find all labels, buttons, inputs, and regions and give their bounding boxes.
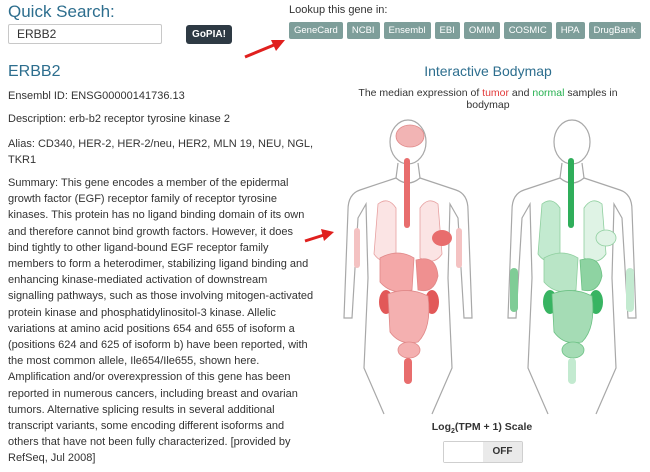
quick-search-title: Quick Search: bbox=[8, 2, 115, 21]
toggle-on-side[interactable] bbox=[444, 442, 483, 462]
scale-label: Log2(TPM + 1) Scale bbox=[431, 421, 533, 436]
ensembl-button[interactable]: Ensembl bbox=[383, 22, 431, 39]
tumor-intestine[interactable] bbox=[387, 290, 430, 344]
lookup-database-buttons: GeneCard NCBI Ensembl EBI OMIM COSMIC HP… bbox=[289, 22, 641, 39]
normal-stomach[interactable] bbox=[579, 258, 603, 292]
tumor-body-figure[interactable] bbox=[338, 118, 478, 416]
normal-esophagus[interactable] bbox=[568, 158, 574, 228]
gene-description: Description: erb-b2 receptor tyrosine ki… bbox=[8, 113, 230, 125]
normal-breast[interactable] bbox=[595, 229, 617, 247]
normal-intestine[interactable] bbox=[551, 290, 594, 344]
tumor-label: tumor bbox=[482, 87, 509, 99]
gene-title: ERBB2 bbox=[8, 63, 61, 80]
ebi-button[interactable]: EBI bbox=[434, 22, 460, 39]
tumor-bladder[interactable] bbox=[397, 341, 421, 359]
drugbank-button[interactable]: DrugBank bbox=[588, 22, 641, 39]
log-scale-toggle[interactable]: OFF bbox=[443, 441, 523, 463]
hpa-button[interactable]: HPA bbox=[555, 22, 585, 39]
tumor-prostate[interactable] bbox=[404, 358, 412, 384]
tumor-stomach[interactable] bbox=[415, 258, 439, 292]
tumor-lung-left[interactable] bbox=[373, 200, 397, 262]
ncbi-button[interactable]: NCBI bbox=[346, 22, 380, 39]
gopia-button[interactable]: GoPIA! bbox=[186, 25, 232, 44]
search-input[interactable] bbox=[8, 24, 162, 44]
tumor-arm-right[interactable] bbox=[456, 228, 462, 268]
tumor-breast[interactable] bbox=[432, 230, 452, 246]
bodymap-title: Interactive Bodymap bbox=[424, 63, 552, 79]
lookup-label: Lookup this gene in: bbox=[289, 4, 388, 16]
tumor-brain[interactable] bbox=[395, 124, 425, 148]
normal-arm-right[interactable] bbox=[626, 268, 634, 312]
toggle-off-label[interactable]: OFF bbox=[483, 442, 522, 462]
normal-label: normal bbox=[532, 87, 565, 99]
normal-liver[interactable] bbox=[543, 252, 579, 293]
normal-body-figure[interactable] bbox=[502, 118, 642, 416]
tumor-arm-left[interactable] bbox=[354, 228, 360, 268]
normal-bladder[interactable] bbox=[561, 341, 585, 359]
tumor-esophagus[interactable] bbox=[404, 158, 410, 228]
bodymap-subtitle: The median expression of tumor and norma… bbox=[358, 87, 618, 111]
cosmic-button[interactable]: COSMIC bbox=[503, 22, 552, 39]
normal-lung-left[interactable] bbox=[537, 200, 561, 262]
gene-summary: Summary: This gene encodes a member of t… bbox=[8, 177, 314, 465]
tumor-liver[interactable] bbox=[379, 252, 415, 293]
genecard-button[interactable]: GeneCard bbox=[289, 22, 343, 39]
omim-button[interactable]: OMIM bbox=[463, 22, 500, 39]
normal-prostate[interactable] bbox=[568, 358, 576, 384]
red-arrow-icon bbox=[244, 40, 285, 59]
ensembl-id: Ensembl ID: ENSG00000141736.13 bbox=[8, 90, 185, 102]
normal-arm-left[interactable] bbox=[510, 268, 518, 312]
gene-alias: Alias: CD340, HER-2, HER-2/neu, HER2, ML… bbox=[8, 138, 314, 166]
